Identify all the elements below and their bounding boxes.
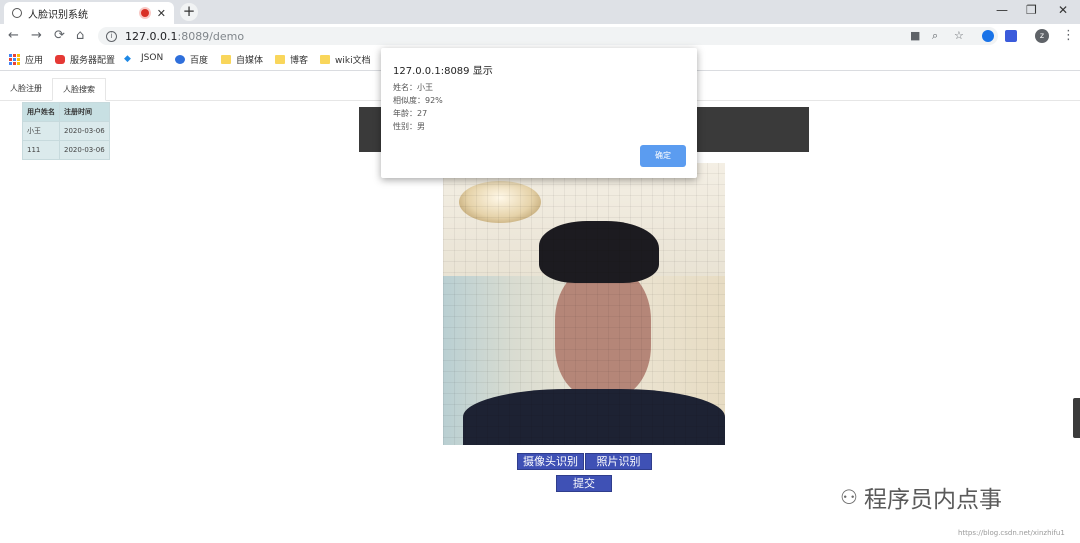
extension-icon[interactable] xyxy=(982,30,994,42)
bookmark-label: 服务器配置 xyxy=(70,56,116,66)
apps-icon xyxy=(9,54,20,65)
table-header-row: 用户姓名 注册时间 xyxy=(22,102,110,122)
reload-button[interactable]: ⟳ xyxy=(54,28,65,43)
server-icon xyxy=(55,55,65,64)
tab-title: 人脸识别系统 xyxy=(28,9,88,21)
tab-close-icon[interactable]: ✕ xyxy=(157,7,166,20)
minimize-button[interactable]: — xyxy=(996,3,1008,17)
user-table: 用户姓名 注册时间 小王 2020-03-06 111 2020-03-06 xyxy=(22,102,110,160)
browser-tab[interactable]: 人脸识别系统 ✕ xyxy=(4,2,174,24)
close-window-button[interactable]: ✕ xyxy=(1058,3,1068,17)
bookmark-blog[interactable]: 博客 xyxy=(275,53,308,66)
url-host: 127.0.0.1 xyxy=(125,29,178,43)
wechat-icon: ⚇ xyxy=(840,485,858,509)
tab-strip: 人脸识别系统 ✕ + — ❐ ✕ xyxy=(0,0,1080,24)
bookmark-label: 博客 xyxy=(290,56,309,66)
bookmark-label: JSON xyxy=(141,53,164,63)
folder-icon xyxy=(275,55,285,64)
table-cell: 2020-03-06 xyxy=(59,121,110,141)
table-cell: 小王 xyxy=(22,121,60,141)
table-row: 小王 2020-03-06 xyxy=(22,121,110,141)
side-panel-handle[interactable] xyxy=(1073,398,1080,438)
profile-avatar[interactable]: z xyxy=(1035,29,1049,43)
submit-button[interactable]: 提交 xyxy=(556,475,612,492)
tab-face-register[interactable]: 人脸注册 xyxy=(0,78,52,99)
zoom-icon[interactable]: ⌕ xyxy=(932,29,938,43)
bookmark-label: 应用 xyxy=(25,56,44,66)
column-header: 用户姓名 xyxy=(22,102,60,122)
bookmark-label: 自媒体 xyxy=(236,56,264,66)
table-cell: 111 xyxy=(22,140,60,160)
column-header: 注册时间 xyxy=(59,102,110,122)
bookmark-media[interactable]: 自媒体 xyxy=(221,53,263,66)
bookmark-label: 百度 xyxy=(190,56,209,66)
table-row: 111 2020-03-06 xyxy=(22,140,110,160)
watermark: ⚇ 程序员内点事 xyxy=(840,480,1002,514)
folder-icon xyxy=(221,55,231,64)
bookmark-server[interactable]: 服务器配置 xyxy=(55,53,115,66)
json-icon: ◆ xyxy=(124,53,131,64)
site-info-icon[interactable]: i xyxy=(106,30,117,42)
bookmark-wiki[interactable]: wiki文档 xyxy=(320,53,371,66)
bookmark-json[interactable]: ◆ JSON xyxy=(124,53,164,64)
address-bar[interactable]: i 127.0.0.1 :8089/demo xyxy=(98,27,998,45)
menu-icon[interactable]: ⋮ xyxy=(1062,28,1075,43)
globe-icon xyxy=(12,8,22,18)
extension-chat-icon[interactable] xyxy=(1005,30,1017,42)
restore-button[interactable]: ❐ xyxy=(1026,3,1037,17)
watermark-text: 程序员内点事 xyxy=(863,487,1002,513)
browser-toolbar: ← → ⟳ ⌂ i 127.0.0.1 :8089/demo ■ ⌕ ☆ z ⋮ xyxy=(0,24,1080,48)
table-cell: 2020-03-06 xyxy=(59,140,110,160)
back-button[interactable]: ← xyxy=(8,28,19,43)
dialog-ok-button[interactable]: 确定 xyxy=(640,145,686,167)
new-tab-button[interactable]: + xyxy=(180,3,198,21)
home-button[interactable]: ⌂ xyxy=(76,28,84,43)
dialog-title: 127.0.0.1:8089 显示 xyxy=(393,66,493,77)
alert-dialog: 127.0.0.1:8089 显示 姓名：小王 相似度：92% 年龄：27 性别… xyxy=(381,48,697,178)
camera-icon[interactable]: ■ xyxy=(910,29,920,42)
photo-recognize-button[interactable]: 照片识别 xyxy=(585,453,652,470)
dialog-line-gender: 性别：男 xyxy=(393,122,425,131)
folder-icon xyxy=(320,55,330,64)
camera-preview-image xyxy=(443,163,725,445)
recording-icon xyxy=(140,9,149,17)
camera-recognize-button[interactable]: 摄像头识别 xyxy=(517,453,584,470)
pixelation-overlay xyxy=(443,163,725,445)
forward-button[interactable]: → xyxy=(31,28,42,43)
dialog-line-similarity: 相似度：92% xyxy=(393,96,443,105)
bookmark-baidu[interactable]: 百度 xyxy=(175,53,208,66)
bookmark-apps[interactable]: 应用 xyxy=(9,53,43,66)
dialog-line-name: 姓名：小王 xyxy=(393,83,433,92)
url-path: :8089/demo xyxy=(177,29,245,43)
tab-face-search[interactable]: 人脸搜索 xyxy=(52,78,106,101)
bookmark-label: wiki文档 xyxy=(335,56,371,66)
watermark-url: https://blog.csdn.net/xinzhifu1 xyxy=(958,529,1065,537)
star-icon[interactable]: ☆ xyxy=(954,29,964,42)
baidu-icon xyxy=(175,55,185,64)
dialog-line-age: 年龄：27 xyxy=(393,109,428,118)
